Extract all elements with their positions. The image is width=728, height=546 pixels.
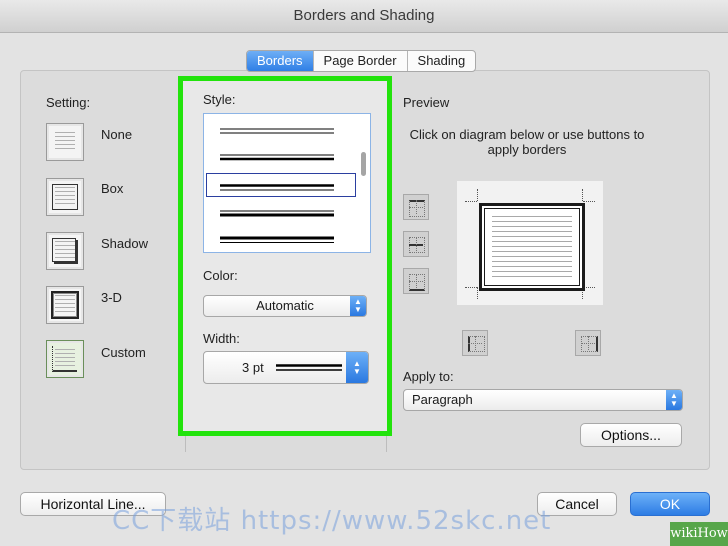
setting-box-label[interactable]: Box: [101, 181, 123, 196]
left-border-icon: [468, 336, 485, 352]
preview-instructions: Click on diagram below or use buttons to…: [409, 127, 645, 157]
line-style-option[interactable]: [220, 206, 334, 217]
width-line-icon: [276, 364, 342, 371]
tab-page-border[interactable]: Page Border: [314, 51, 408, 71]
preview-page: [479, 203, 585, 291]
thick-thin-line-icon: [220, 236, 334, 243]
width-select[interactable]: 3 pt ▲ ▼: [203, 351, 369, 384]
tab-shading[interactable]: Shading: [408, 51, 476, 71]
apply-to-label: Apply to:: [403, 369, 454, 384]
setting-3d-icon[interactable]: [46, 286, 84, 324]
preview-title: Preview: [403, 95, 450, 110]
inside-horizontal-border-button[interactable]: [403, 231, 429, 257]
line-style-option[interactable]: [220, 150, 334, 161]
color-select[interactable]: Automatic ▲ ▼: [203, 295, 367, 317]
thick-thin-line-icon: [220, 184, 334, 191]
color-value: Automatic: [256, 298, 314, 313]
lines-icon: [55, 187, 75, 207]
lines-icon: [55, 295, 75, 315]
line-style-option[interactable]: [220, 232, 334, 243]
preview-diagram[interactable]: [457, 181, 603, 305]
apply-to-value: Paragraph: [412, 392, 473, 407]
bottom-border-button[interactable]: [403, 268, 429, 294]
apply-to-select[interactable]: Paragraph ▲ ▼: [403, 389, 683, 411]
setting-3d-label[interactable]: 3-D: [101, 290, 122, 305]
tab-borders[interactable]: Borders: [247, 51, 314, 71]
lines-icon: [55, 132, 75, 152]
tab-bar: Borders Page Border Shading: [246, 50, 477, 72]
scrollbar[interactable]: [361, 152, 366, 176]
thin-thick-line-icon: [220, 154, 334, 161]
watermark-text: CC下载站 https://www.52skc.net: [112, 506, 552, 536]
line-style-option[interactable]: [220, 124, 334, 134]
preview-text-lines: [492, 216, 572, 278]
width-value: 3 pt: [242, 360, 264, 375]
right-border-icon: [581, 336, 598, 352]
style-label: Style:: [203, 92, 236, 107]
setting-label: Setting:: [46, 95, 91, 110]
left-border-button[interactable]: [462, 330, 488, 356]
chevron-updown-icon: ▲ ▼: [666, 390, 682, 410]
right-border-button[interactable]: [575, 330, 601, 356]
color-label: Color:: [203, 268, 238, 283]
lines-icon: [55, 241, 75, 261]
setting-custom-label[interactable]: Custom: [101, 345, 146, 360]
style-list[interactable]: [203, 113, 371, 253]
chevron-updown-icon: ▲ ▼: [350, 296, 366, 316]
style-section-highlight: Style: Color: Automatic ▲ ▼ Width: 3 pt ▲…: [178, 76, 392, 436]
ok-button[interactable]: OK: [630, 492, 710, 516]
setting-custom-icon[interactable]: [46, 340, 84, 378]
title-bar: Borders and Shading: [0, 0, 728, 33]
top-border-button[interactable]: [403, 194, 429, 220]
double-line-icon: [220, 128, 334, 134]
options-button[interactable]: Options...: [580, 423, 682, 447]
width-label: Width:: [203, 331, 240, 346]
wikihow-badge: wikiHow: [670, 522, 728, 546]
setting-shadow-icon[interactable]: [46, 232, 84, 270]
lines-icon: [55, 349, 75, 369]
bottom-border-icon: [409, 274, 425, 291]
chevron-updown-icon: ▲ ▼: [346, 352, 368, 383]
setting-shadow-label[interactable]: Shadow: [101, 236, 148, 251]
top-border-icon: [409, 200, 425, 217]
setting-none-icon[interactable]: [46, 123, 84, 161]
window-title: Borders and Shading: [293, 7, 435, 24]
setting-none-label[interactable]: None: [101, 127, 132, 142]
thin-thick-line-icon: [220, 210, 334, 217]
line-style-option[interactable]: [220, 180, 334, 191]
setting-box-icon[interactable]: [46, 178, 84, 216]
